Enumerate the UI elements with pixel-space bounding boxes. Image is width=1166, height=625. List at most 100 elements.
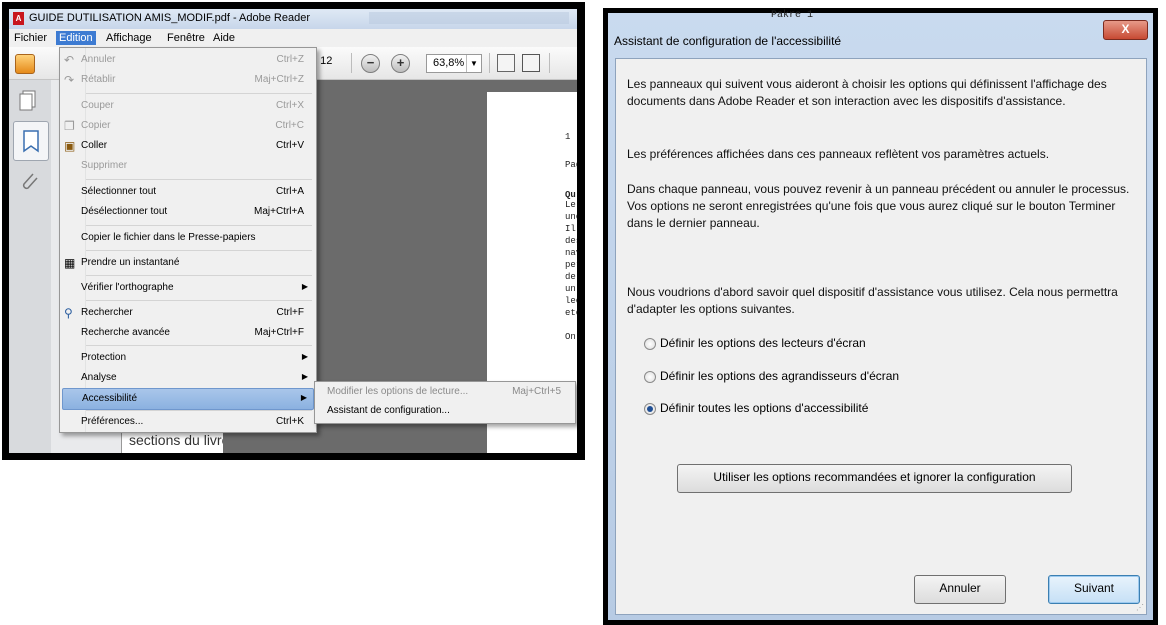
radio-circle[interactable] xyxy=(644,338,656,350)
menu-item-shortcut: Ctrl+V xyxy=(275,140,304,151)
menu-item-shortcut: Ctrl+C xyxy=(275,120,304,131)
menu-item-shortcut: Maj+Ctrl+F xyxy=(254,327,304,338)
menu-item-analyse[interactable]: Analyse ▶ xyxy=(62,368,314,388)
doc-text: Le xyxy=(565,200,576,210)
menu-item-shortcut: Ctrl+X xyxy=(275,100,304,111)
reader-window: A GUIDE DUTILISATION AMIS_MODIF.pdf - Ad… xyxy=(9,9,577,453)
menu-item-label: Coller xyxy=(81,140,108,151)
submenu-item-assistant-configuration[interactable]: Assistant de configuration... xyxy=(317,402,573,421)
menu-item-annuler[interactable]: ↶ Annuler Ctrl+Z xyxy=(62,50,314,70)
zoom-out-button[interactable]: − xyxy=(361,54,380,73)
doc-text: une xyxy=(565,212,577,222)
menu-item-label: Supprimer xyxy=(81,160,128,171)
doc-text: des xyxy=(565,236,577,246)
radio-label[interactable]: Définir les options des lecteurs d'écran xyxy=(660,336,866,350)
preferences-paragraph: Les préférences affichées dans ces panne… xyxy=(627,147,1050,161)
doc-text: etc xyxy=(565,308,577,318)
menu-item-shortcut: Maj+Ctrl+A xyxy=(253,206,304,217)
radio-circle-selected[interactable] xyxy=(644,403,656,415)
menu-item-retablir[interactable]: ↷ Rétablir Maj+Ctrl+Z xyxy=(62,70,314,90)
create-pdf-icon[interactable] xyxy=(15,54,35,74)
title-bar: A GUIDE DUTILISATION AMIS_MODIF.pdf - Ad… xyxy=(9,9,577,29)
menu-item-label: Recherche avancée xyxy=(81,327,170,338)
toolbar-separator xyxy=(489,53,490,73)
close-button[interactable]: X xyxy=(1103,20,1148,40)
menu-item-accessibilite[interactable]: Accessibilité ▶ xyxy=(62,388,314,410)
menu-item-recherche-avancee[interactable]: Recherche avancée Maj+Ctrl+F xyxy=(62,323,314,343)
menu-fenetre[interactable]: Fenêtre xyxy=(164,31,208,45)
undo-icon: ↶ xyxy=(64,53,75,67)
menu-item-copier-presse-papiers[interactable]: Copier le fichier dans le Presse-papiers xyxy=(62,228,314,248)
background-page-text: Pakre 1 xyxy=(771,10,814,21)
menu-item-deselectionner-tout[interactable]: Désélectionner tout Maj+Ctrl+A xyxy=(62,202,314,222)
radio-label[interactable]: Définir toutes les options d'accessibili… xyxy=(660,401,868,415)
bookmarks-tab[interactable] xyxy=(13,121,49,161)
accessibilite-submenu: Modifier les options de lecture... Maj+C… xyxy=(314,381,576,424)
menu-item-copier[interactable]: ❐ Copier Ctrl+C xyxy=(62,116,314,136)
menu-separator xyxy=(86,300,312,301)
menu-separator xyxy=(86,345,312,346)
menu-item-label: Accessibilité xyxy=(82,393,138,404)
menu-item-couper[interactable]: Couper Ctrl+X xyxy=(62,96,314,116)
doc-text: Qu xyxy=(565,190,576,200)
zoom-select[interactable]: 63,8% ▼ xyxy=(426,54,482,73)
menu-item-coller[interactable]: ▣ Coller Ctrl+V xyxy=(62,136,314,156)
doc-text: un xyxy=(565,284,576,294)
menu-item-protection[interactable]: Protection ▶ xyxy=(62,348,314,368)
navigation-pane xyxy=(9,80,52,453)
menu-item-label: Assistant de configuration... xyxy=(327,405,450,416)
menu-item-label: Protection xyxy=(81,352,127,363)
menu-item-label: Rétablir xyxy=(81,74,116,85)
menu-edition[interactable]: Edition xyxy=(56,31,96,45)
chevron-down-icon[interactable]: ▼ xyxy=(466,55,481,72)
menu-item-label: Copier xyxy=(81,120,111,131)
resize-grip-icon[interactable]: ⋰ xyxy=(1136,603,1144,612)
dialog-title: Assistant de configuration de l'accessib… xyxy=(614,34,842,48)
cancel-button[interactable]: Annuler xyxy=(914,575,1006,604)
attachments-icon[interactable] xyxy=(17,170,41,194)
menu-item-label: Prendre un instantané xyxy=(81,257,180,268)
menu-item-selectionner-tout[interactable]: Sélectionner tout Ctrl+A xyxy=(62,182,314,202)
menu-item-instantane[interactable]: ▦ Prendre un instantané xyxy=(62,253,314,273)
recommended-options-button[interactable]: Utiliser les options recommandées et ign… xyxy=(677,464,1072,493)
menu-separator xyxy=(86,275,312,276)
reader-screenshot: A GUIDE DUTILISATION AMIS_MODIF.pdf - Ad… xyxy=(2,2,585,460)
doc-text: per xyxy=(565,260,577,270)
redo-icon: ↷ xyxy=(64,73,75,87)
fit-width-icon[interactable] xyxy=(497,54,515,72)
menu-separator xyxy=(86,179,312,180)
window-title: GUIDE DUTILISATION AMIS_MODIF.pdf - Adob… xyxy=(29,12,310,24)
radio-label[interactable]: Définir les options des agrandisseurs d'… xyxy=(660,369,899,383)
menu-item-orthographe[interactable]: Vérifier l'orthographe ▶ xyxy=(62,278,314,298)
title-bar-ghost xyxy=(369,12,569,24)
menu-fichier[interactable]: Fichier xyxy=(11,31,50,45)
menu-item-label: Rechercher xyxy=(81,307,133,318)
pages-icon[interactable] xyxy=(17,88,41,112)
accessibility-wizard-dialog: Pakre 1 Assistant de configuration de l'… xyxy=(608,10,1153,620)
intro-paragraph: Les panneaux qui suivent vous aideront à… xyxy=(627,77,1107,108)
radio-circle[interactable] xyxy=(644,371,656,383)
menu-aide[interactable]: Aide xyxy=(210,31,238,45)
doc-text: On xyxy=(565,332,576,342)
menu-item-shortcut: Maj+Ctrl+Z xyxy=(254,74,304,85)
zoom-in-button[interactable]: + xyxy=(391,54,410,73)
next-button[interactable]: Suivant xyxy=(1048,575,1140,604)
menu-item-label: Modifier les options de lecture... xyxy=(327,386,469,397)
camera-icon: ▦ xyxy=(64,256,76,270)
device-question-paragraph: Nous voudrions d'abord savoir quel dispo… xyxy=(627,285,1118,316)
doc-text: 1 xyxy=(565,132,571,142)
menu-item-rechercher[interactable]: ⚲ Rechercher Ctrl+F xyxy=(62,303,314,323)
menu-item-preferences[interactable]: Préférences... Ctrl+K xyxy=(62,412,314,432)
menu-separator xyxy=(86,225,312,226)
doc-text: lec xyxy=(565,296,577,306)
dialog-body: Les panneaux qui suivent vous aideront à… xyxy=(615,58,1147,615)
fit-page-icon[interactable] xyxy=(522,54,540,72)
bookmark-label[interactable]: sections du livre xyxy=(129,432,229,448)
menu-separator xyxy=(86,410,312,411)
navigation-paragraph: Dans chaque panneau, vous pouvez revenir… xyxy=(627,182,1130,230)
submenu-item-options-lecture[interactable]: Modifier les options de lecture... Maj+C… xyxy=(317,383,573,402)
menu-item-label: Annuler xyxy=(81,54,116,65)
doc-text: de xyxy=(565,272,576,282)
menu-affichage[interactable]: Affichage xyxy=(103,31,155,45)
menu-item-supprimer[interactable]: Supprimer xyxy=(62,156,314,176)
